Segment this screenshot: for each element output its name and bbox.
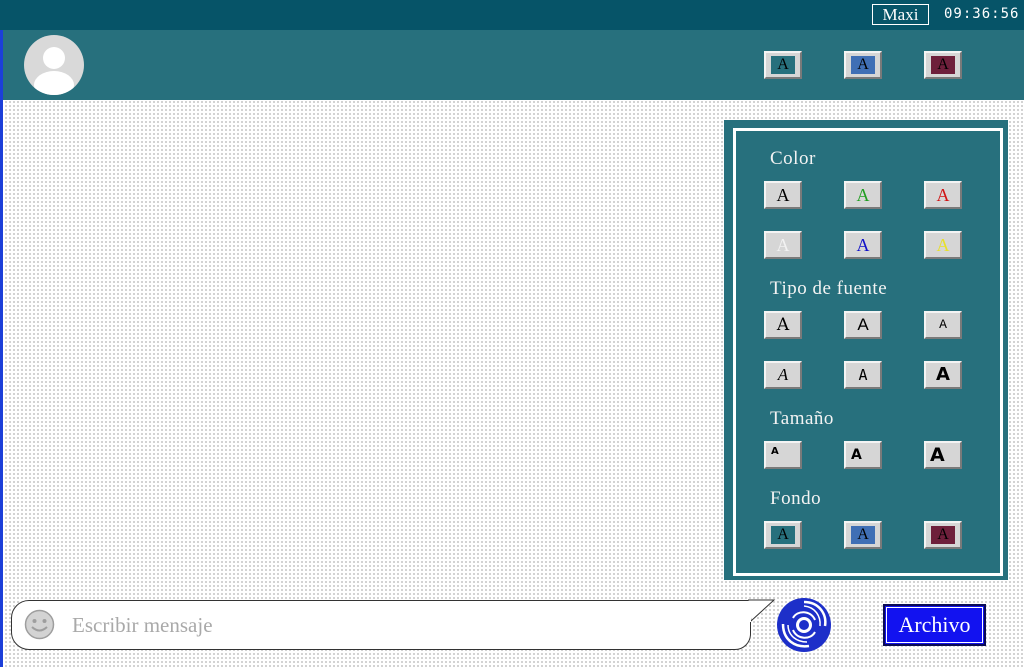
background-blue-swatch-icon: A: [851, 526, 875, 544]
background-maroon-swatch-icon: A: [931, 526, 955, 544]
size-large-button[interactable]: A: [924, 441, 962, 469]
clock-time: 09:36:56: [944, 6, 1020, 22]
font-sans-button[interactable]: A: [844, 311, 882, 339]
username-badge: Maxi: [872, 4, 929, 25]
font-mono-button[interactable]: A: [844, 361, 882, 389]
size-small-button[interactable]: A: [764, 441, 802, 469]
status-bar: Maxi 09:36:56: [0, 0, 1024, 30]
archivo-button[interactable]: Archivo: [883, 604, 986, 646]
swirl-logo-icon[interactable]: [775, 596, 833, 654]
header-background-teal-button[interactable]: A: [764, 51, 802, 79]
color-section-title: Color: [770, 148, 816, 169]
background-teal-icon: A: [771, 56, 795, 74]
color-yellow-button[interactable]: A: [924, 231, 962, 259]
background-maroon-button[interactable]: A: [924, 521, 962, 549]
header-background-maroon-button[interactable]: A: [924, 51, 962, 79]
font-section-title: Tipo de fuente: [770, 278, 888, 299]
speech-bubble-tail: [748, 599, 776, 623]
font-mono-thin-button[interactable]: A: [924, 311, 962, 339]
background-blue-icon: A: [851, 56, 875, 74]
background-section-title: Fondo: [770, 488, 822, 509]
background-blue-button[interactable]: A: [844, 521, 882, 549]
message-input[interactable]: [64, 606, 732, 644]
size-medium-button[interactable]: A: [844, 441, 882, 469]
font-serif-button[interactable]: A: [764, 311, 802, 339]
background-teal-swatch-icon: A: [771, 526, 795, 544]
smiley-icon[interactable]: [24, 609, 55, 640]
background-teal-button[interactable]: A: [764, 521, 802, 549]
background-maroon-icon: A: [931, 56, 955, 74]
size-section-title: Tamaño: [770, 408, 834, 429]
avatar-icon: [24, 35, 84, 95]
color-green-button[interactable]: A: [844, 181, 882, 209]
color-black-button[interactable]: A: [764, 181, 802, 209]
window-left-edge: [0, 0, 3, 667]
color-blue-button[interactable]: A: [844, 231, 882, 259]
font-sans-bold-button[interactable]: A: [924, 361, 962, 389]
font-script-button[interactable]: A: [764, 361, 802, 389]
header-background-blue-button[interactable]: A: [844, 51, 882, 79]
color-red-button[interactable]: A: [924, 181, 962, 209]
color-white-button[interactable]: A: [764, 231, 802, 259]
